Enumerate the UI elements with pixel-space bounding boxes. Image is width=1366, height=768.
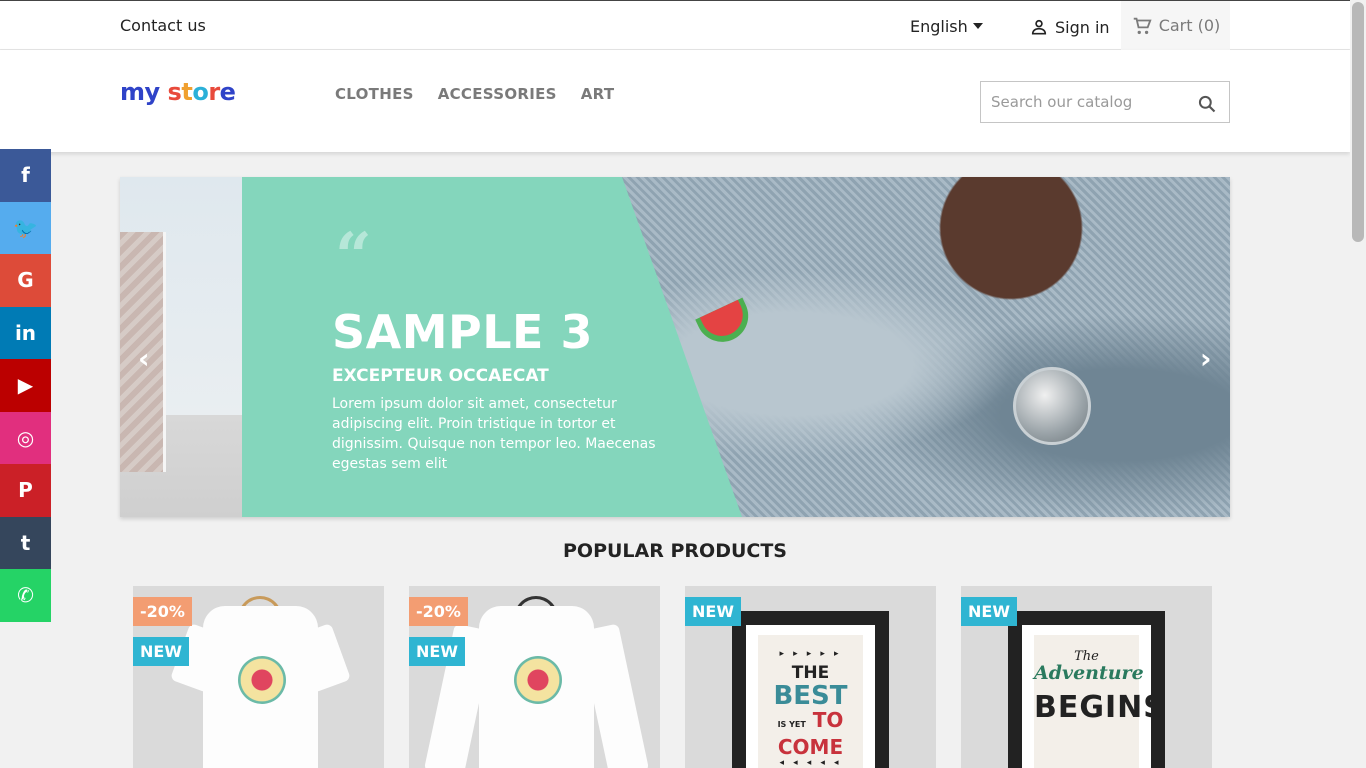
logo-letter [160, 78, 168, 106]
page-scrollbar[interactable] [1350, 0, 1366, 768]
new-badge: NEW [961, 597, 1017, 626]
poster-frame-image: The Adventure BEGINS [1008, 611, 1165, 768]
logo-letter: e [219, 78, 236, 106]
product-card[interactable]: -20% NEW [409, 586, 660, 768]
popular-products-title: POPULAR PRODUCTS [563, 540, 787, 562]
hummingbird-print-image [514, 656, 562, 704]
menu-clothes[interactable]: CLOTHES [335, 85, 414, 103]
logo-letter: m [120, 78, 145, 106]
search-box [980, 81, 1230, 123]
poster-deco-top: ▸ ▸ ▸ ▸ ▸ [779, 649, 842, 659]
slide-description: Lorem ipsum dolor sit amet, consectetur … [332, 396, 656, 472]
twitter-icon[interactable]: 🐦 [0, 201, 51, 254]
poster-text: BEGINS [1034, 690, 1166, 725]
search-icon[interactable] [1197, 94, 1217, 114]
language-selector[interactable]: English [910, 17, 983, 36]
chevron-down-icon [972, 23, 983, 29]
facebook-icon[interactable]: f [0, 149, 51, 202]
slider-prev-icon[interactable]: ‹ [138, 342, 150, 375]
poster-frame-image: ▸ ▸ ▸ ▸ ▸ THE BEST IS YET TO COME ◂ ◂ ◂ … [732, 611, 889, 768]
cart-icon [1133, 17, 1152, 34]
logo-letter: r [208, 78, 220, 106]
poster-text: IS YET [777, 720, 806, 729]
poster-text: COME [777, 735, 844, 759]
logo-letter: s [167, 78, 182, 106]
youtube-icon[interactable]: ▶ [0, 359, 51, 412]
product-card[interactable]: The Adventure BEGINS NEW [961, 586, 1212, 768]
language-label: English [910, 17, 968, 36]
product-card[interactable]: -20% NEW [133, 586, 384, 768]
logo-letter: t [181, 78, 193, 106]
sign-in-label: Sign in [1055, 17, 1110, 37]
logo-letter: o [192, 78, 209, 106]
cart-button[interactable]: Cart (0) [1121, 1, 1230, 50]
menu-art[interactable]: ART [581, 85, 615, 103]
google-icon[interactable]: G [0, 254, 51, 307]
new-badge: NEW [409, 637, 465, 666]
search-input[interactable] [981, 82, 1181, 122]
logo-letter: y [144, 78, 161, 106]
quote-icon: “ [335, 219, 372, 294]
slide-subtitle: EXCEPTEUR OCCAECAT [332, 366, 549, 386]
discount-badge: -20% [409, 597, 468, 626]
slide-title: SAMPLE 3 [332, 305, 593, 359]
slider-next-icon[interactable]: › [1200, 342, 1212, 375]
new-badge: NEW [133, 637, 189, 666]
product-card[interactable]: ▸ ▸ ▸ ▸ ▸ THE BEST IS YET TO COME ◂ ◂ ◂ … [685, 586, 936, 768]
top-nav: Contact us English Sign in Cart (0) [0, 0, 1350, 50]
contact-us-link[interactable]: Contact us [120, 16, 206, 35]
jacket-button-image [1013, 367, 1091, 445]
hummingbird-print-image [238, 656, 286, 704]
site-header: my store CLOTHES ACCESSORIES ART [0, 50, 1350, 152]
main-menu: CLOTHES ACCESSORIES ART [335, 85, 614, 103]
scrollbar-thumb[interactable] [1352, 2, 1364, 242]
linkedin-icon[interactable]: in [0, 306, 51, 359]
user-icon [1031, 19, 1047, 35]
menu-accessories[interactable]: ACCESSORIES [438, 85, 557, 103]
poster-text: TO [812, 708, 844, 732]
poster-deco-bottom: ◂ ◂ ◂ ◂ ◂ [779, 758, 842, 768]
cart-label: Cart (0) [1158, 16, 1221, 35]
store-logo[interactable]: my store [120, 78, 236, 106]
pinterest-icon[interactable]: P [0, 464, 51, 517]
poster-text: Adventure [1034, 662, 1144, 684]
poster-text: BEST [773, 681, 848, 711]
discount-badge: -20% [133, 597, 192, 626]
new-badge: NEW [685, 597, 741, 626]
sign-in-link[interactable]: Sign in [1029, 17, 1110, 37]
instagram-icon[interactable]: ◎ [0, 411, 51, 464]
hero-slider: “ SAMPLE 3 EXCEPTEUR OCCAECAT Lorem ipsu… [120, 177, 1230, 517]
whatsapp-icon[interactable]: ✆ [0, 569, 51, 622]
poster-text: THE [791, 663, 830, 683]
